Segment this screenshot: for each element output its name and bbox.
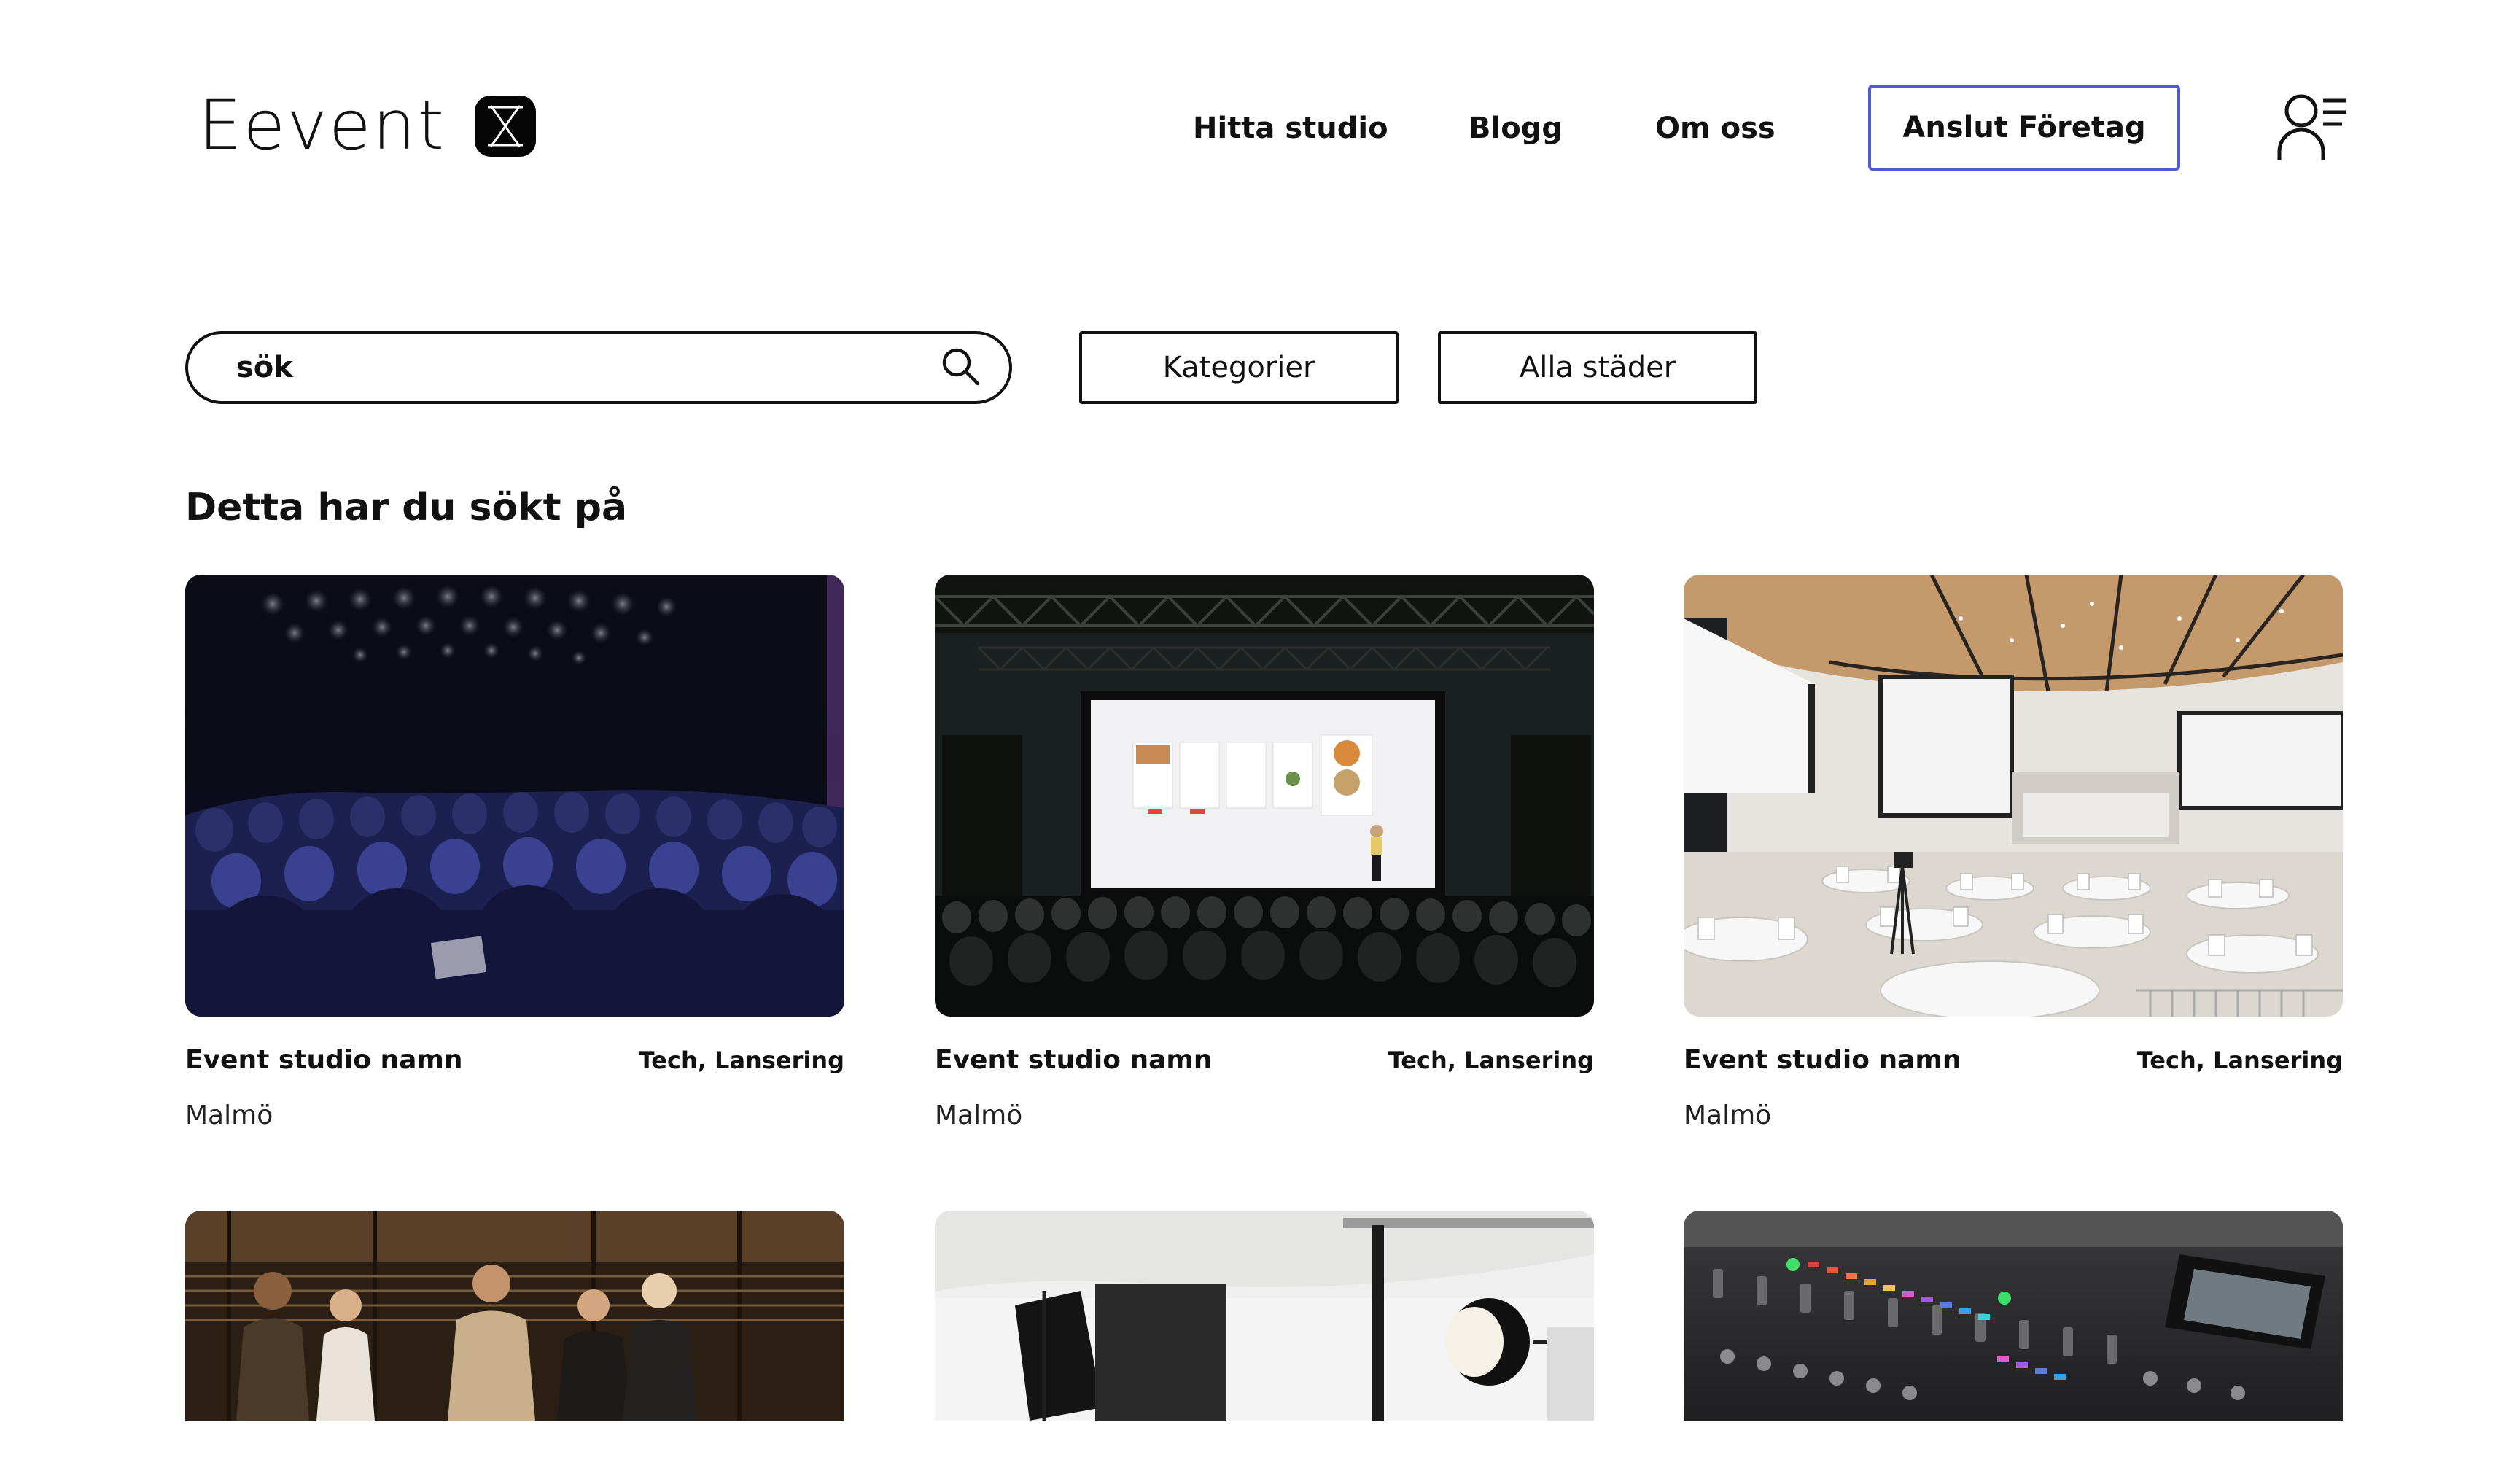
studio-tags: Tech, Lansering xyxy=(1388,1047,1594,1074)
categories-dropdown[interactable]: Kategorier xyxy=(1079,331,1399,404)
user-menu-icon[interactable] xyxy=(2276,92,2349,162)
studio-city: Malmö xyxy=(1684,1100,1772,1130)
studio-tags: Tech, Lansering xyxy=(2136,1047,2343,1074)
studio-card[interactable]: Event studio namn Tech, Lansering Malmö xyxy=(935,575,1594,1136)
studio-card-image[interactable] xyxy=(185,575,844,1017)
nav-link-blog[interactable]: Blogg xyxy=(1469,108,1563,149)
nav-link-about[interactable]: Om oss xyxy=(1655,108,1776,149)
studio-card-image[interactable] xyxy=(935,1211,1594,1421)
section-title: Detta har du sökt på xyxy=(185,486,628,529)
site-header: Eevent Hitta studio Blogg Om oss Anslut … xyxy=(0,0,2520,248)
connect-company-button[interactable]: Anslut Företag xyxy=(1868,85,2180,171)
studio-city: Malmö xyxy=(185,1100,273,1130)
search-input[interactable] xyxy=(236,351,941,384)
studio-card[interactable]: Event studio namn Tech, Lansering Malmö xyxy=(1684,575,2343,1136)
search-bar[interactable] xyxy=(185,331,1012,404)
studio-card-image[interactable] xyxy=(1684,1211,2343,1421)
studio-city: Malmö xyxy=(935,1100,1023,1130)
studio-tags: Tech, Lansering xyxy=(638,1047,844,1074)
studio-card[interactable]: Event studio namn Tech, Lansering Malmö xyxy=(185,575,844,1136)
cities-dropdown[interactable]: Alla städer xyxy=(1438,331,1757,404)
studio-name[interactable]: Event studio namn xyxy=(935,1038,1213,1082)
search-icon[interactable] xyxy=(941,346,980,389)
studio-card-image[interactable] xyxy=(1684,575,2343,1017)
studio-card-image[interactable] xyxy=(935,575,1594,1017)
studio-name[interactable]: Event studio namn xyxy=(185,1038,463,1082)
nav-link-find-studio[interactable]: Hitta studio xyxy=(1193,108,1388,149)
logo[interactable]: Eevent xyxy=(198,86,537,166)
studio-card-image[interactable] xyxy=(185,1211,844,1421)
studio-name[interactable]: Event studio namn xyxy=(1684,1038,1961,1082)
logo-text: Eevent xyxy=(198,86,446,166)
logo-mark-icon xyxy=(475,96,537,157)
